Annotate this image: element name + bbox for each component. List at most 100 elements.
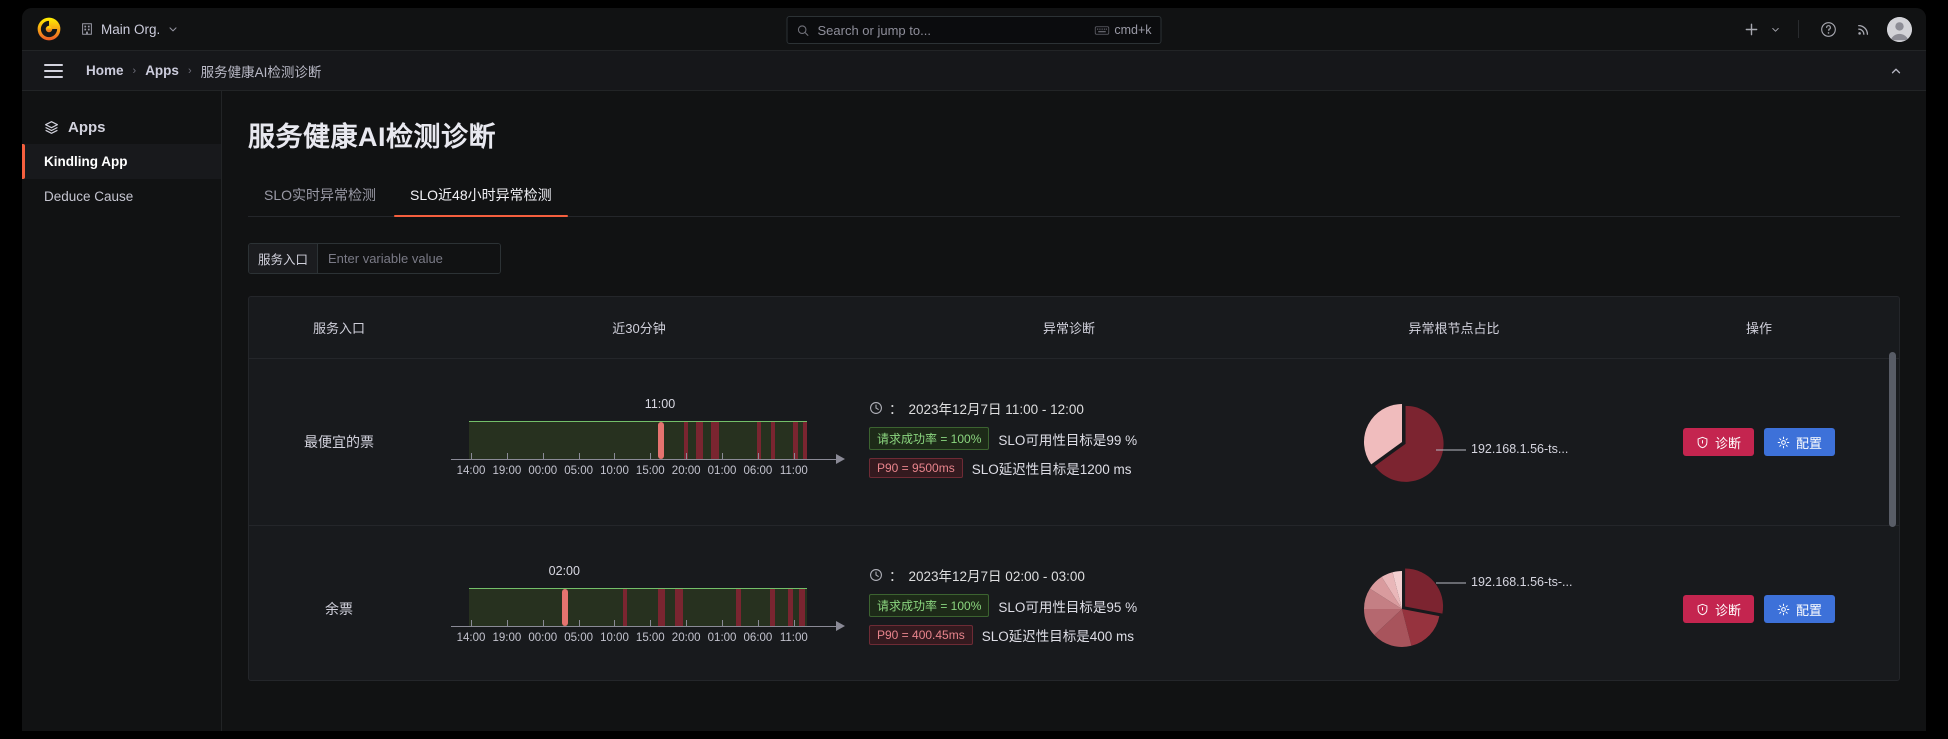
tab-slo-48h[interactable]: SLO近48小时异常检测 xyxy=(394,176,568,217)
timeline-anomaly-marker[interactable] xyxy=(674,589,683,626)
timeline-tick xyxy=(542,620,544,627)
timeline-anomaly-marker[interactable] xyxy=(696,422,703,459)
root-cause-pie-chart[interactable]: 192.168.1.56-ts-... xyxy=(1354,559,1572,659)
timeline-tick xyxy=(686,453,688,460)
timeline-peak-label: 02:00 xyxy=(548,564,580,578)
timeline-anomaly-marker[interactable] xyxy=(658,589,666,626)
config-button-label: 配置 xyxy=(1796,602,1823,618)
table-scroll-area: 服务入口 近30分钟 异常诊断 异常根节点占比 操作 最便宜的票 11:00 14… xyxy=(249,297,1899,680)
breadcrumb-item-home[interactable]: Home xyxy=(86,63,124,78)
breadcrumb-separator: › xyxy=(132,64,137,77)
timeline-chart[interactable]: 11:00 14:00 19:00 00:00 05:00 10:00 15:00 20:00… xyxy=(429,397,849,487)
help-button[interactable] xyxy=(1813,14,1843,44)
timeline-tick xyxy=(506,453,508,460)
timeline-tick-label: 20:00 xyxy=(671,632,701,644)
timeline-tick-label: 05:00 xyxy=(564,465,593,477)
row-actions: 诊断 配置 xyxy=(1619,595,1899,623)
timeline-tick xyxy=(686,620,688,627)
timeline-highlight-marker[interactable] xyxy=(657,422,664,459)
service-entry-variable: 服务入口 xyxy=(248,243,502,274)
latency-target-text: SLO延迟性目标是400 ms xyxy=(981,629,1135,644)
pie-slice[interactable] xyxy=(1405,568,1444,614)
sidebar-item-deduce-cause[interactable]: Deduce Cause xyxy=(22,179,221,214)
timeline-anomaly-marker[interactable] xyxy=(622,589,628,626)
config-button[interactable]: 配置 xyxy=(1764,428,1836,456)
breadcrumb-separator: › xyxy=(187,64,192,77)
main-content: 服务健康AI检测诊断 SLO实时异常检测 SLO近48小时异常检测 服务入口 服… xyxy=(222,91,1926,731)
diagnosis-time-range: 2023年12月7日 02:00 - 03:00 xyxy=(908,569,1085,584)
diagnose-button[interactable]: 诊断 xyxy=(1682,428,1754,456)
collapse-button[interactable] xyxy=(1884,59,1908,83)
timeline-anomaly-marker[interactable] xyxy=(770,422,776,459)
latency-target-text: SLO延迟性目标是1200 ms xyxy=(971,462,1132,477)
timeline-axis xyxy=(451,459,837,460)
timeline-axis-arrow xyxy=(836,454,845,464)
hamburger-menu-icon[interactable] xyxy=(44,63,63,78)
diagnosis-block: ： 2023年12月7日 02:00 - 03:00 请求成功率 = 100% … xyxy=(849,565,1289,645)
table-row: 余票 02:00 14:00 19:00 00:00 05:00 10:00 15:00 20… xyxy=(249,526,1899,680)
timeline-anomaly-marker[interactable] xyxy=(711,422,720,459)
org-switcher[interactable]: Main Org. xyxy=(74,19,185,40)
news-button[interactable] xyxy=(1848,14,1878,44)
config-button[interactable]: 配置 xyxy=(1764,595,1836,623)
column-header-actions: 操作 xyxy=(1745,321,1772,336)
question-circle-icon xyxy=(1820,21,1836,37)
column-header-timeline: 近30分钟 xyxy=(612,321,666,336)
timeline-anomaly-marker[interactable] xyxy=(736,589,742,626)
cell-service-name: 余票 xyxy=(325,601,353,617)
column-header-diagnosis: 异常诊断 xyxy=(1042,321,1095,336)
grafana-logo-icon[interactable] xyxy=(36,16,62,42)
variable-label: 服务入口 xyxy=(249,244,319,273)
toolbar-divider xyxy=(1798,20,1799,38)
grafana-app-window: Main Org. Search or jump to... cmd+k Hom… xyxy=(22,8,1926,731)
chevron-down-icon xyxy=(169,27,177,32)
diagnose-button-label: 诊断 xyxy=(1714,602,1741,618)
breadcrumb-item-current: 服务健康AI检测诊断 xyxy=(200,64,322,80)
diagnose-button-label: 诊断 xyxy=(1714,435,1741,451)
timeline-highlight-marker[interactable] xyxy=(561,589,569,626)
latency-line: P90 = 400.45ms SLO延迟性目标是400 ms xyxy=(869,625,1289,645)
search-placeholder: Search or jump to... xyxy=(817,22,931,38)
timeline-tick xyxy=(722,620,724,627)
sidebar-item-kindling-app[interactable]: Kindling App xyxy=(22,144,221,179)
timeline-anomaly-marker[interactable] xyxy=(803,422,807,459)
timeline-tick-label: 19:00 xyxy=(492,632,522,644)
table-header-row: 服务入口 近30分钟 异常诊断 异常根节点占比 操作 xyxy=(249,297,1899,359)
column-header-service: 服务入口 xyxy=(312,321,365,336)
timeline-chart[interactable]: 02:00 14:00 19:00 00:00 05:00 10:00 15:00 20:00… xyxy=(429,564,849,654)
diagnosis-time-separator: ： xyxy=(889,402,903,417)
breadcrumb-bar: Home › Apps › 服务健康AI检测诊断 xyxy=(22,51,1926,91)
pie-slice-label: 192.168.1.56-ts... xyxy=(1471,442,1569,456)
timeline-anomaly-marker[interactable] xyxy=(799,589,805,626)
breadcrumb-item-apps[interactable]: Apps xyxy=(145,63,179,78)
avatar-icon xyxy=(1887,16,1912,42)
timeline-tick-label: 06:00 xyxy=(743,632,773,644)
rss-icon xyxy=(1857,24,1868,35)
diagnose-button[interactable]: 诊断 xyxy=(1682,595,1754,623)
tab-slo-realtime[interactable]: SLO实时异常检测 xyxy=(248,176,392,216)
timeline-tick xyxy=(578,620,580,627)
timeline-anomaly-marker[interactable] xyxy=(788,589,793,626)
gear-icon xyxy=(1777,436,1790,448)
profile-avatar[interactable] xyxy=(1887,16,1912,42)
shield-icon xyxy=(1697,436,1708,448)
root-cause-pie-chart[interactable]: 192.168.1.56-ts... xyxy=(1354,392,1568,492)
sidebar-section-label: Apps xyxy=(68,119,106,136)
add-new-button[interactable] xyxy=(1736,14,1784,44)
diagnosis-time: ： 2023年12月7日 02:00 - 03:00 xyxy=(869,565,1289,585)
sidebar-section-apps[interactable]: Apps xyxy=(22,111,221,144)
panel-scrollbar[interactable] xyxy=(1889,352,1896,527)
page-body: Apps Kindling App Deduce Cause 服务健康AI检测诊… xyxy=(22,91,1926,731)
timeline-tick-label: 11:00 xyxy=(779,465,808,477)
timeline-tick xyxy=(650,620,652,627)
timeline-anomaly-marker[interactable] xyxy=(769,589,775,626)
timeline-tick xyxy=(471,453,472,460)
search-bar[interactable]: Search or jump to... cmd+k xyxy=(786,16,1162,44)
chevron-down-icon xyxy=(1766,14,1784,44)
timeline-tick xyxy=(614,620,616,627)
diagnosis-block: ： 2023年12月7日 11:00 - 12:00 请求成功率 = 100% … xyxy=(849,398,1289,478)
chevron-up-icon xyxy=(1891,68,1901,73)
timeline-tick xyxy=(471,620,472,627)
timeline-band xyxy=(469,421,807,459)
variable-input[interactable] xyxy=(318,244,501,273)
